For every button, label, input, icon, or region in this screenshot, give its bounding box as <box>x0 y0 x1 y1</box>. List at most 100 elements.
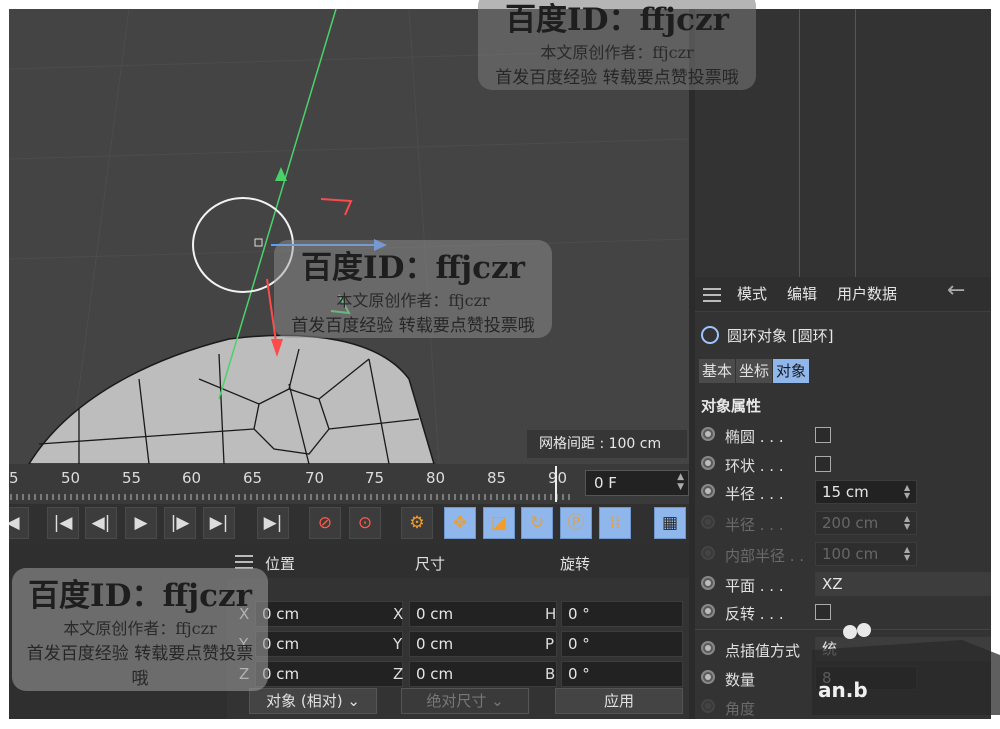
prop-label: 点插值方式 <box>725 642 801 660</box>
key-scale-icon[interactable]: ◪ <box>483 507 515 539</box>
anim-radio-icon[interactable] <box>701 484 715 498</box>
header-rotation: 旋转 <box>560 555 591 573</box>
coord-row: Y 0 cm Y 0 cm P 0 ° <box>227 631 689 659</box>
radius-value: 15 cm <box>822 483 869 501</box>
radius-field[interactable]: 15 cm ▲ ▼ <box>815 480 917 504</box>
prop-inner-radius: 内部半径 . . 100 cm ▲ ▼ <box>695 542 991 568</box>
position-y-field[interactable]: 0 cm <box>255 631 403 657</box>
tick-label: 80 <box>426 469 446 487</box>
step-back-icon[interactable]: ◀| <box>85 507 117 539</box>
axis-label: Z <box>393 665 404 683</box>
spinner-icon[interactable]: ▲ ▼ <box>904 484 912 500</box>
mesh-object <box>28 334 435 464</box>
rotation-b-field[interactable]: 0 ° <box>561 661 683 687</box>
inner-radius-value: 100 cm <box>822 545 879 563</box>
axis-label: P <box>545 635 555 653</box>
size-mode-dropdown: 绝对尺寸 ⌄ <box>401 688 529 714</box>
size-x-field[interactable]: 0 cm <box>409 601 557 627</box>
chevron-down-icon: ⌄ <box>347 692 360 710</box>
prop-ring: 环状 . . . <box>695 452 991 478</box>
tab-coord[interactable]: 坐标 <box>736 359 773 383</box>
spinner-icon: ▲ ▼ <box>904 545 911 562</box>
key-rotation-icon[interactable]: ↻ <box>521 507 553 539</box>
key-pla-icon[interactable]: ⁞⁞ <box>599 507 631 539</box>
autokey-icon[interactable]: ⊙ <box>349 507 381 539</box>
prop-radius2: 半径 . . . 200 cm ▲ ▼ <box>695 511 991 537</box>
hamburger-menu-icon[interactable] <box>235 555 253 569</box>
go-to-start-icon[interactable]: |◀ <box>47 507 79 539</box>
scheme-film-icon[interactable]: ▦ <box>654 507 686 539</box>
axis-label: H <box>545 605 557 623</box>
logo-text: an.b <box>818 678 868 702</box>
anim-radio-icon[interactable] <box>701 641 715 655</box>
inner-radius-field: 100 cm ▲ ▼ <box>815 542 917 566</box>
prop-label: 内部半径 . . <box>725 547 805 565</box>
prop-label: 椭圆 . . . <box>725 428 784 446</box>
axis-label: X <box>393 605 404 623</box>
play-icon[interactable]: ▶ <box>125 507 157 539</box>
menu-user-data[interactable]: 用户数据 <box>837 283 897 304</box>
ellipse-checkbox[interactable] <box>815 427 831 443</box>
timeline-ruler[interactable]: 5 50 55 60 65 70 75 80 85 90 0 F ▲ ▼ <box>9 464 689 504</box>
object-name: 圆环对象 [圆环] <box>727 327 834 345</box>
rotation-h-field[interactable]: 0 ° <box>561 601 683 627</box>
prev-key-icon[interactable]: ◀ <box>9 507 29 539</box>
menu-mode[interactable]: 模式 <box>737 283 767 304</box>
key-parameter-icon[interactable]: Ⓟ <box>560 507 592 539</box>
current-frame-field[interactable]: 0 F ▲ ▼ <box>585 470 689 496</box>
spinner-icon: ▲ ▼ <box>904 514 911 531</box>
baidu-logo: an.b <box>812 620 1000 715</box>
header-position: 位置 <box>265 555 296 573</box>
anim-radio-icon <box>701 699 715 713</box>
size-y-field[interactable]: 0 cm <box>409 631 557 657</box>
transport-bar: ◀ |◀ ◀| ▶ |▶ ▶| ▶| ⊘ ⊙ ⚙ ✥ ◪ ↻ Ⓟ ⁞⁞ ▦ <box>9 504 689 544</box>
prop-label: 数量 <box>725 671 756 689</box>
watermark-title: 百度ID：ffjczr <box>505 2 729 38</box>
anim-radio-icon[interactable] <box>701 427 715 441</box>
anim-radio-icon[interactable] <box>701 456 715 470</box>
rotation-p-field[interactable]: 0 ° <box>561 631 683 657</box>
tick-label: 90 <box>548 469 568 487</box>
spinner-icon[interactable]: ▲ ▼ <box>677 472 684 492</box>
watermark-top: 百度ID：ffjczr 本文原创作者：ffjczr 首发百度经验 转载要点赞投票… <box>478 0 756 90</box>
tick-label: 50 <box>61 469 81 487</box>
tab-object[interactable]: 对象 <box>773 359 810 383</box>
coord-mode-dropdown[interactable]: 对象 (相对) ⌄ <box>249 688 377 714</box>
hamburger-menu-icon[interactable] <box>703 288 721 302</box>
playhead[interactable] <box>555 466 557 502</box>
keyframe-selection-icon[interactable]: ⚙ <box>401 507 433 539</box>
size-z-field[interactable]: 0 cm <box>409 661 557 687</box>
anim-radio-icon[interactable] <box>701 576 715 590</box>
coord-row: X 0 cm X 0 cm H 0 ° <box>227 601 689 629</box>
watermark-center: 百度ID：ffjczr 本文原创作者：ffjczr 首发百度经验 转载要点赞投票… <box>274 240 552 338</box>
position-z-field[interactable]: 0 cm <box>255 661 403 687</box>
tick-label: 5 <box>9 469 19 487</box>
header-size: 尺寸 <box>415 555 446 573</box>
anim-radio-icon[interactable] <box>701 604 715 618</box>
chevron-down-icon: ⌄ <box>491 692 504 710</box>
next-key-icon[interactable]: ▶| <box>257 507 289 539</box>
menu-edit[interactable]: 编辑 <box>787 283 817 304</box>
watermark-line2: 首发百度经验 转载要点赞投票哦 <box>495 68 739 88</box>
key-position-icon[interactable]: ✥ <box>444 507 476 539</box>
record-icon[interactable]: ⊘ <box>309 507 341 539</box>
go-to-end-icon[interactable]: ▶| <box>203 507 235 539</box>
position-x-field[interactable]: 0 cm <box>255 601 403 627</box>
back-arrow-icon[interactable]: ← <box>947 278 965 303</box>
tick-label: 70 <box>305 469 325 487</box>
tab-basic[interactable]: 基本 <box>699 359 736 383</box>
anim-radio-icon <box>701 515 715 529</box>
reverse-checkbox[interactable] <box>815 604 831 620</box>
plane-dropdown[interactable]: XZ <box>815 572 991 596</box>
tick-label: 60 <box>182 469 202 487</box>
tick-label: 55 <box>122 469 142 487</box>
coord-row: Z 0 cm Z 0 cm B 0 ° <box>227 661 689 689</box>
step-forward-icon[interactable]: |▶ <box>164 507 196 539</box>
apply-button[interactable]: 应用 <box>555 688 683 714</box>
coordinate-header: 位置 尺寸 旋转 <box>227 544 689 578</box>
prop-label: 环状 . . . <box>725 457 784 475</box>
object-title: 圆环对象 [圆环] <box>701 325 833 346</box>
anim-radio-icon[interactable] <box>701 670 715 684</box>
radius2-field: 200 cm ▲ ▼ <box>815 511 917 535</box>
ring-checkbox[interactable] <box>815 456 831 472</box>
